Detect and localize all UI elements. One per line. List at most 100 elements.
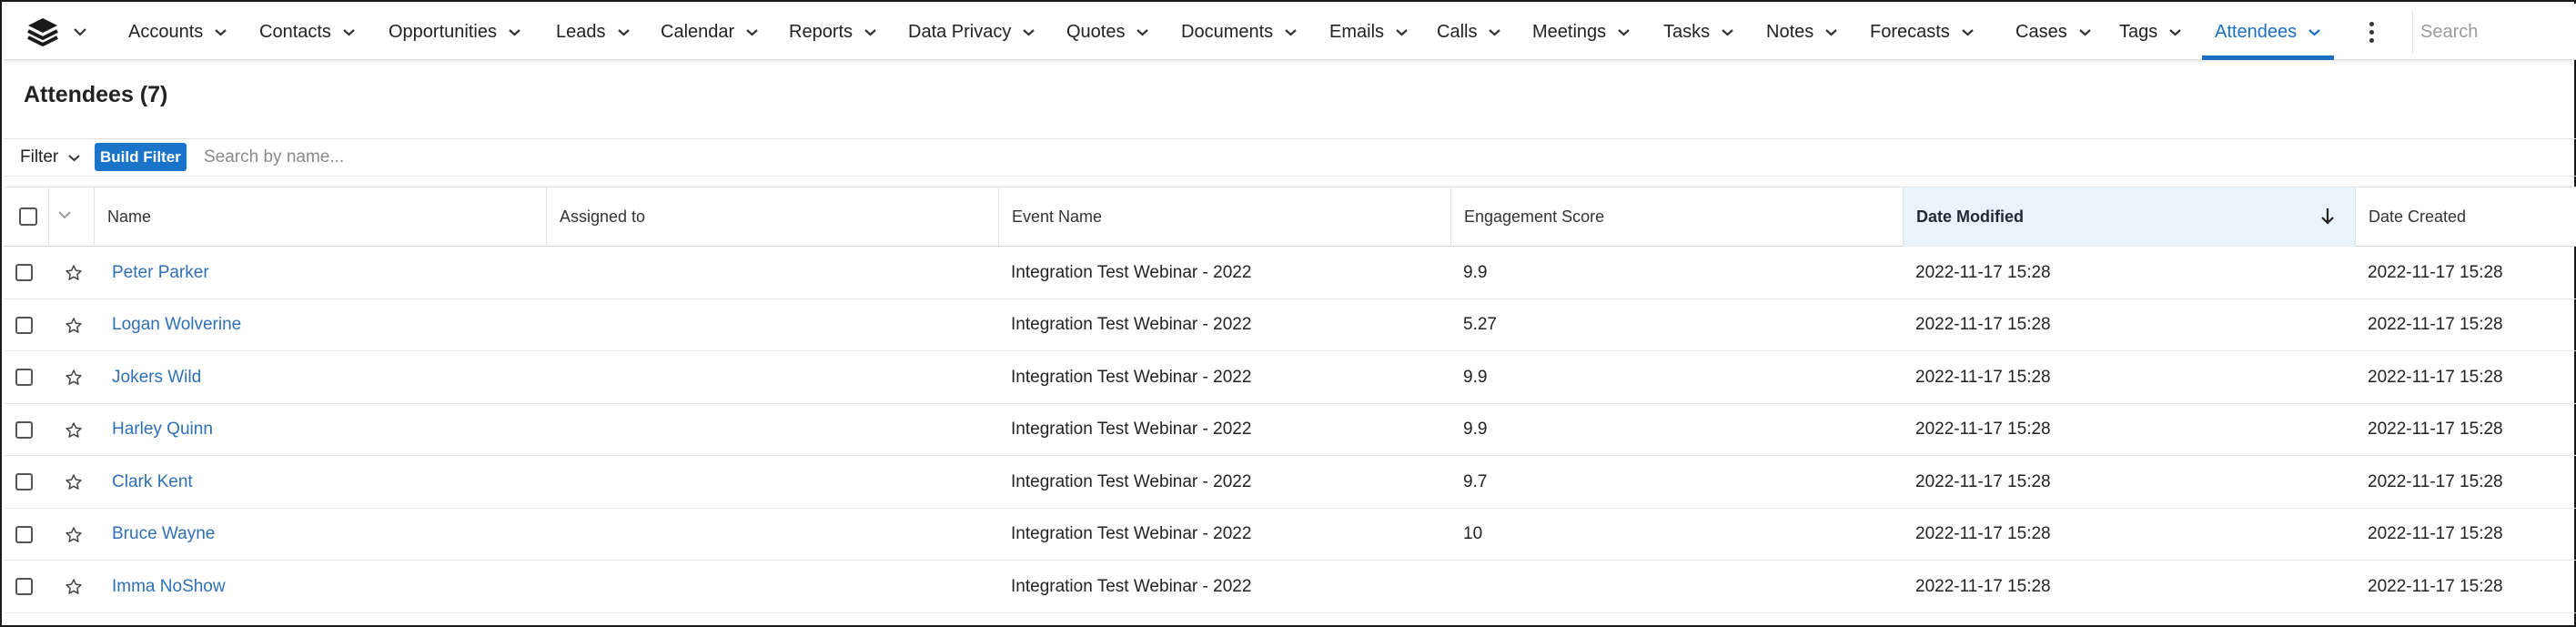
nav-tab-label: Contacts bbox=[259, 21, 331, 42]
chevron-down-icon[interactable] bbox=[1824, 28, 1838, 36]
nav-tab-meetings[interactable]: Meetings bbox=[1532, 4, 1631, 60]
table-row: Bruce Wayne Integration Test Webinar - 20… bbox=[4, 509, 2576, 561]
favorite-star-icon[interactable] bbox=[65, 264, 83, 287]
event-name-cell: Integration Test Webinar - 2022 bbox=[1011, 471, 1252, 491]
nav-tab-label: Emails bbox=[1329, 21, 1385, 42]
row-checkbox[interactable] bbox=[15, 578, 33, 595]
attendee-name-link[interactable]: Logan Wolverine bbox=[112, 299, 241, 351]
date-created-cell: 2022-11-17 15:28 bbox=[2368, 315, 2503, 334]
chevron-down-icon[interactable] bbox=[1617, 28, 1631, 36]
nav-tab-label: Leads bbox=[556, 21, 606, 42]
event-name-cell: Integration Test Webinar - 2022 bbox=[1011, 420, 1252, 439]
event-name-cell: Integration Test Webinar - 2022 bbox=[1011, 576, 1252, 596]
chevron-down-icon[interactable] bbox=[2078, 28, 2092, 36]
attendee-name-link[interactable]: Jokers Wild bbox=[112, 351, 201, 403]
column-header-label: Name bbox=[107, 207, 152, 226]
column-header-date-modified[interactable]: Date Modified bbox=[1903, 187, 2355, 247]
chevron-down-icon[interactable] bbox=[1488, 28, 1501, 36]
attendee-name-link[interactable]: Clark Kent bbox=[112, 456, 193, 508]
app-menu-button[interactable] bbox=[25, 15, 86, 48]
more-modules-icon[interactable] bbox=[2362, 18, 2380, 46]
attendee-name-link[interactable]: Imma NoShow bbox=[112, 561, 226, 612]
attendees-table: Name Assigned to Event Name Engagement S… bbox=[4, 187, 2576, 613]
chevron-down-icon[interactable] bbox=[1136, 28, 1149, 36]
divider bbox=[48, 187, 49, 247]
attendee-name-link[interactable]: Peter Parker bbox=[112, 247, 209, 298]
nav-tab-quotes[interactable]: Quotes bbox=[1066, 4, 1149, 60]
nav-tab-calendar[interactable]: Calendar bbox=[661, 4, 759, 60]
nav-tab-accounts[interactable]: Accounts bbox=[128, 4, 227, 60]
favorite-star-icon[interactable] bbox=[65, 526, 83, 549]
chevron-down-icon[interactable] bbox=[1022, 28, 1035, 36]
nav-tab-data-privacy[interactable]: Data Privacy bbox=[908, 4, 1035, 60]
column-header-date-created[interactable]: Date Created bbox=[2355, 187, 2576, 247]
nav-tab-label: Tasks bbox=[1663, 21, 1711, 42]
favorite-star-icon[interactable] bbox=[65, 473, 83, 496]
divider bbox=[4, 176, 2576, 177]
column-header-name[interactable]: Name bbox=[94, 187, 546, 247]
chevron-down-icon[interactable] bbox=[2308, 28, 2321, 36]
nav-tab-calls[interactable]: Calls bbox=[1437, 4, 1501, 60]
row-checkbox[interactable] bbox=[15, 369, 33, 386]
search-by-name-input[interactable] bbox=[195, 141, 2561, 174]
chevron-down-icon[interactable] bbox=[2168, 28, 2182, 36]
chevron-down-icon[interactable] bbox=[508, 28, 521, 36]
row-checkbox[interactable] bbox=[15, 316, 33, 334]
chevron-down-icon[interactable] bbox=[745, 28, 759, 36]
attendee-name-link[interactable]: Bruce Wayne bbox=[112, 509, 215, 561]
nav-tab-tasks[interactable]: Tasks bbox=[1663, 4, 1734, 60]
nav-tab-label: Data Privacy bbox=[908, 21, 1012, 42]
chevron-down-icon[interactable] bbox=[214, 28, 227, 36]
engagement-score-cell: 9.7 bbox=[1463, 471, 1488, 491]
nav-tab-attendees[interactable]: Attendees bbox=[2202, 4, 2335, 60]
row-checkbox[interactable] bbox=[15, 420, 33, 439]
column-header-event-name[interactable]: Event Name bbox=[998, 187, 1450, 247]
date-modified-cell: 2022-11-17 15:28 bbox=[1915, 576, 2051, 596]
build-filter-button[interactable]: Build Filter bbox=[95, 143, 187, 171]
chevron-down-icon[interactable] bbox=[342, 28, 356, 36]
nav-tab-leads[interactable]: Leads bbox=[556, 4, 631, 60]
row-checkbox[interactable] bbox=[15, 264, 33, 281]
chevron-down-icon[interactable] bbox=[864, 28, 877, 36]
nav-tab-reports[interactable]: Reports bbox=[789, 4, 877, 60]
nav-tab-label: Reports bbox=[789, 21, 854, 42]
nav-tab-cases[interactable]: Cases bbox=[2015, 4, 2092, 60]
chevron-down-icon[interactable] bbox=[1395, 28, 1409, 36]
favorite-star-icon[interactable] bbox=[65, 369, 83, 391]
nav-tab-emails[interactable]: Emails bbox=[1329, 4, 1409, 60]
column-header-label: Date Modified bbox=[1916, 207, 2025, 226]
favorite-star-icon[interactable] bbox=[65, 421, 83, 444]
global-search-input[interactable] bbox=[2420, 13, 2573, 51]
column-header-label: Assigned to bbox=[560, 207, 646, 226]
layers-logo-icon bbox=[25, 16, 60, 47]
engagement-score-cell: 9.9 bbox=[1463, 420, 1488, 439]
nav-tab-contacts[interactable]: Contacts bbox=[259, 4, 356, 60]
chevron-down-icon[interactable] bbox=[1721, 28, 1734, 36]
chevron-down-icon[interactable] bbox=[1961, 28, 1975, 36]
nav-tab-documents[interactable]: Documents bbox=[1181, 4, 1298, 60]
row-checkbox[interactable] bbox=[15, 525, 33, 543]
chevron-down-icon[interactable] bbox=[1284, 28, 1298, 36]
table-row: Jokers Wild Integration Test Webinar - 20… bbox=[4, 351, 2576, 404]
attendee-name-link[interactable]: Harley Quinn bbox=[112, 404, 213, 456]
mass-actions-chevron-icon[interactable] bbox=[57, 207, 72, 224]
nav-tab-notes[interactable]: Notes bbox=[1766, 4, 1838, 60]
favorite-star-icon[interactable] bbox=[65, 578, 83, 601]
favorite-star-icon[interactable] bbox=[65, 317, 83, 339]
nav-tab-opportunities[interactable]: Opportunities bbox=[389, 4, 521, 60]
row-checkbox[interactable] bbox=[15, 473, 33, 490]
select-all-checkbox[interactable] bbox=[19, 207, 37, 226]
column-header-engagement-score[interactable]: Engagement Score bbox=[1450, 187, 1903, 247]
filter-dropdown[interactable]: Filter bbox=[20, 144, 81, 171]
nav-tab-label: Notes bbox=[1766, 21, 1814, 42]
chevron-down-icon bbox=[73, 27, 87, 36]
nav-tab-tags[interactable]: Tags bbox=[2119, 4, 2182, 60]
engagement-score-cell: 5.27 bbox=[1463, 315, 1497, 334]
date-modified-cell: 2022-11-17 15:28 bbox=[1915, 315, 2051, 334]
table-row: Peter Parker Integration Test Webinar - 2… bbox=[4, 247, 2576, 299]
chevron-down-icon[interactable] bbox=[617, 28, 631, 36]
nav-tab-label: Calendar bbox=[661, 21, 735, 42]
column-header-assigned-to[interactable]: Assigned to bbox=[546, 187, 998, 247]
engagement-score-cell: 9.9 bbox=[1463, 262, 1488, 282]
nav-tab-forecasts[interactable]: Forecasts bbox=[1870, 4, 1975, 60]
